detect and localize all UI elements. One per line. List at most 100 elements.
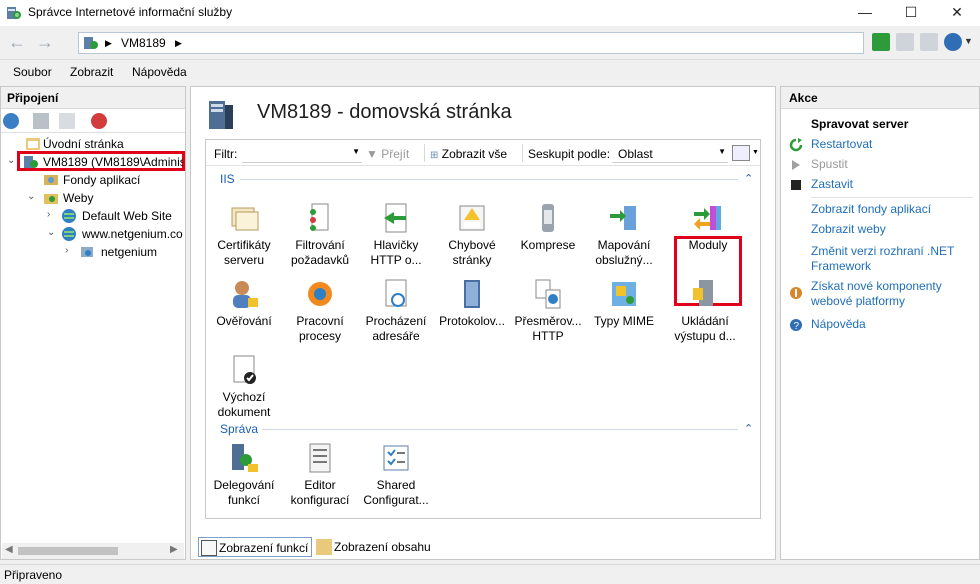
features-panel: VM8189 - domovská stránka Filtr: ▼ ▼ Pře… xyxy=(190,86,776,560)
content-view-icon xyxy=(316,539,332,555)
feature-handler-mappings[interactable]: Mapování obslužný... xyxy=(586,202,662,268)
config-editor-icon xyxy=(309,443,331,473)
feature-authentication[interactable]: Ověřování xyxy=(206,278,282,329)
tree-item-server[interactable]: ⌄ VM8189 (VM8189\Adminis xyxy=(1,153,185,171)
server-icon xyxy=(84,37,98,49)
horizontal-scrollbar[interactable]: ◀ ▶ xyxy=(2,543,184,559)
tree-item-sites[interactable]: ⌄ Weby xyxy=(1,189,185,207)
feature-delegation[interactable]: Delegování funkcí xyxy=(206,442,282,508)
actions-header: Akce xyxy=(781,87,979,109)
connections-panel: Připojení Úvodní stránka ⌄ VM8189 (VM818… xyxy=(0,86,186,560)
logging-icon xyxy=(464,280,480,308)
scroll-right-icon[interactable]: ▶ xyxy=(170,544,178,555)
collapse-group-icon[interactable]: ⌃ xyxy=(744,422,753,435)
scroll-left-icon[interactable]: ◀ xyxy=(5,544,13,555)
action-change-dotnet-version[interactable]: Změnit verzi rozhraní .NET Framework xyxy=(811,244,977,274)
action-start: Spustit xyxy=(811,157,848,171)
address-field[interactable]: ▶ VM8189 ▶ xyxy=(78,32,864,54)
expand-arrow-icon[interactable]: › xyxy=(65,245,68,256)
chevron-down-icon[interactable]: ▼ xyxy=(752,149,759,156)
menu-file[interactable]: Soubor xyxy=(13,65,52,79)
tree-item-netgenium-app[interactable]: › netgenium xyxy=(1,243,185,261)
up-icon[interactable] xyxy=(59,113,75,129)
help-icon[interactable] xyxy=(944,33,962,51)
close-button[interactable]: ✕ xyxy=(934,0,980,26)
tree-item-default-web-site[interactable]: › Default Web Site xyxy=(1,207,185,225)
feature-directory-browsing[interactable]: Procházení adresáře xyxy=(358,278,434,344)
stop-loading-icon[interactable] xyxy=(896,33,914,51)
feature-certificates[interactable]: Certifikáty serveru xyxy=(206,202,282,268)
tree-item-netgenium-site[interactable]: ⌄ www.netgenium.co xyxy=(1,225,185,243)
action-restart[interactable]: Restartovat xyxy=(811,137,977,152)
status-text: Připraveno xyxy=(4,568,63,582)
feature-request-filtering[interactable]: Filtrování požadavků xyxy=(282,202,358,268)
worker-processes-icon xyxy=(308,282,332,306)
chevron-down-icon[interactable]: ▼ xyxy=(964,36,973,46)
feature-compression[interactable]: Komprese xyxy=(510,202,586,253)
expand-arrow-icon[interactable]: ⌄ xyxy=(7,155,15,166)
maximize-button[interactable]: ☐ xyxy=(888,0,934,26)
features-view-icon xyxy=(201,540,217,556)
save-icon[interactable] xyxy=(33,113,49,129)
feature-error-pages[interactable]: Chybové stránky xyxy=(434,202,510,268)
go-button[interactable]: ▼ Přejít xyxy=(366,147,409,161)
show-all-button[interactable]: ⊞ Zobrazit vše xyxy=(430,147,507,161)
view-tabs: Zobrazení funkcí Zobrazení obsahu xyxy=(190,536,776,560)
menu-view[interactable]: Zobrazit xyxy=(70,65,113,79)
filter-input[interactable]: ▼ xyxy=(242,143,362,163)
mime-types-icon xyxy=(612,282,636,306)
feature-worker-processes[interactable]: Pracovní procesy xyxy=(282,278,358,344)
view-mode-icon[interactable] xyxy=(732,145,750,161)
breadcrumb-separator: ▶ xyxy=(105,38,112,48)
action-stop[interactable]: Zastavit xyxy=(811,177,977,192)
tree-item-app-pools[interactable]: Fondy aplikací xyxy=(1,171,185,189)
connect-globe-icon[interactable] xyxy=(3,113,19,129)
globe-icon xyxy=(62,209,76,223)
group-management-label: Správa xyxy=(220,422,259,436)
feature-modules[interactable]: Moduly xyxy=(672,202,744,253)
app-pools-icon xyxy=(44,175,58,185)
stop-icon xyxy=(791,180,801,190)
feature-delegation-icon xyxy=(232,444,258,472)
feature-config-editor[interactable]: Editor konfigurací xyxy=(282,442,358,508)
app-icon xyxy=(81,247,93,257)
tab-content-view[interactable]: Zobrazení obsahu xyxy=(314,537,432,557)
collapse-group-icon[interactable]: ⌃ xyxy=(744,172,753,185)
breadcrumb-server[interactable]: VM8189 xyxy=(121,36,166,50)
back-icon[interactable]: ← xyxy=(4,32,30,54)
chevron-down-icon[interactable]: ▼ xyxy=(718,147,726,156)
filter-bar: Filtr: ▼ ▼ Přejít ⊞ Zobrazit vše Seskupi… xyxy=(206,140,760,166)
http-headers-icon xyxy=(384,203,407,233)
feature-logging[interactable]: Protokolov... xyxy=(434,278,510,329)
feature-mime-types[interactable]: Typy MIME xyxy=(586,278,662,329)
action-help[interactable]: Nápověda xyxy=(811,317,977,332)
forward-icon[interactable]: → xyxy=(32,32,58,54)
feature-output-caching[interactable]: Ukládání výstupu d... xyxy=(662,278,748,344)
feature-default-document[interactable]: Výchozí dokument xyxy=(206,354,282,420)
menu-help[interactable]: Nápověda xyxy=(132,65,187,79)
minimize-button[interactable]: — xyxy=(842,0,888,26)
svg-text:?: ? xyxy=(794,321,800,332)
tab-features-view[interactable]: Zobrazení funkcí xyxy=(198,537,312,557)
action-view-sites[interactable]: Zobrazit weby xyxy=(811,222,977,237)
expand-arrow-icon[interactable]: ⌄ xyxy=(27,191,35,202)
expand-arrow-icon[interactable]: ⌄ xyxy=(47,227,55,238)
group-by-select[interactable]: Oblast ▼ xyxy=(612,143,728,163)
disconnect-icon[interactable] xyxy=(91,113,107,129)
expand-arrow-icon[interactable]: › xyxy=(47,209,50,220)
home-icon[interactable] xyxy=(920,33,938,51)
tree-item-start-page[interactable]: Úvodní stránka xyxy=(1,135,185,153)
scrollbar-thumb[interactable] xyxy=(18,547,118,555)
refresh-icon[interactable] xyxy=(872,33,890,51)
chevron-down-icon[interactable]: ▼ xyxy=(352,147,360,156)
globe-icon xyxy=(62,227,76,241)
sites-folder-icon xyxy=(44,194,58,204)
feature-shared-config[interactable]: Shared Configurat... xyxy=(358,442,434,508)
group-by-label: Seskupit podle: xyxy=(528,147,611,161)
action-get-web-platform-components[interactable]: Získat nové komponenty webové platformy xyxy=(811,279,977,309)
connections-header: Připojení xyxy=(1,87,185,109)
feature-http-headers[interactable]: Hlavičky HTTP o... xyxy=(358,202,434,268)
action-view-app-pools[interactable]: Zobrazit fondy aplikací xyxy=(811,202,977,217)
error-pages-icon xyxy=(459,205,485,231)
feature-http-redirect[interactable]: Přesměrov... HTTP xyxy=(510,278,586,344)
